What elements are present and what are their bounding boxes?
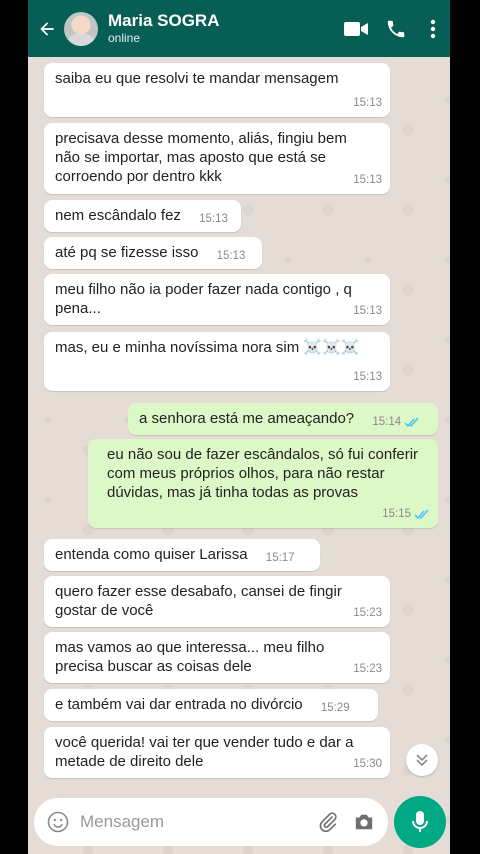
message-bubble[interactable]: até pq se fizesse isso 15:13 xyxy=(44,237,262,269)
microphone-icon xyxy=(412,811,428,832)
message-time: 15:23 xyxy=(353,660,382,679)
message-time: 15:13 xyxy=(199,210,228,229)
paperclip-icon xyxy=(319,812,337,833)
message-text: entenda como quiser Larissa xyxy=(55,546,248,563)
message-text: eu não sou de fazer escândalos, só fui c… xyxy=(107,446,419,501)
chevron-double-down-icon xyxy=(416,754,428,767)
menu-button[interactable] xyxy=(416,0,450,57)
back-button[interactable] xyxy=(32,0,62,57)
message-time: 15:17 xyxy=(266,549,295,568)
message-time: 15:30 xyxy=(353,755,382,774)
message-time-label: 15:29 xyxy=(320,702,350,714)
three-dots-vertical-icon xyxy=(430,19,436,38)
contact-info[interactable]: Maria SOGRA online xyxy=(108,11,336,46)
video-call-button[interactable] xyxy=(336,0,376,57)
message-time-label: 15:13 xyxy=(353,97,382,109)
message-bubble[interactable]: mas vamos ao que interessa... meu filho … xyxy=(44,632,390,683)
phone-icon xyxy=(387,20,405,37)
message-text: mas, eu e minha novíssima nora sim ☠️☠️☠… xyxy=(55,339,360,356)
message-bubble[interactable]: saiba eu que resolvi te mandar mensagem … xyxy=(44,63,390,117)
read-ticks-icon xyxy=(414,509,429,520)
message-bubble[interactable]: a senhora está me ameaçando? 15:14 xyxy=(128,403,438,435)
phone-screen: Maria SOGRA online saiba eu que resolvi … xyxy=(28,0,450,854)
message-time-label: 15:13 xyxy=(199,213,228,225)
message-time-label: 15:13 xyxy=(353,305,382,317)
voice-call-button[interactable] xyxy=(376,0,416,57)
read-ticks-icon xyxy=(404,417,419,428)
message-text: a senhora está me ameaçando? xyxy=(139,410,355,427)
camera-icon xyxy=(355,814,373,830)
contact-status: online xyxy=(108,31,141,45)
message-time: 15:15 xyxy=(382,505,430,524)
attach-button[interactable] xyxy=(310,798,346,846)
video-camera-icon xyxy=(344,21,368,36)
message-bubble[interactable]: você querida! vai ter que vender tudo e … xyxy=(44,727,390,778)
contact-name: Maria SOGRA xyxy=(108,11,220,30)
message-text: você querida! vai ter que vender tudo e … xyxy=(55,734,354,770)
message-bubble[interactable]: quero fazer esse desabafo, cansei de fin… xyxy=(44,576,390,627)
avatar[interactable] xyxy=(64,11,98,46)
message-time-label: 15:13 xyxy=(216,250,246,262)
message-text: saiba eu que resolvi te mandar mensagem xyxy=(55,70,339,87)
message-time: 15:13 xyxy=(353,171,382,190)
message-input-bar xyxy=(34,798,388,846)
message-time: 15:29 xyxy=(321,699,350,718)
message-time: 15:13 xyxy=(353,368,382,387)
message-bubble[interactable]: entenda como quiser Larissa 15:17 xyxy=(44,539,320,571)
message-time-label: 15:15 xyxy=(382,508,411,520)
message-time-label: 15:23 xyxy=(353,663,382,675)
message-text: mas vamos ao que interessa... meu filho … xyxy=(55,639,325,675)
message-bubble[interactable]: precisava desse momento, aliás, fingiu b… xyxy=(44,123,390,194)
message-time-label: 15:17 xyxy=(265,552,295,564)
message-text: nem escândalo fez xyxy=(55,207,181,224)
message-bubble[interactable]: eu não sou de fazer escândalos, só fui c… xyxy=(88,439,438,528)
smiley-icon xyxy=(47,811,69,833)
message-text: meu filho não ia poder fazer nada contig… xyxy=(55,281,352,317)
chat-header: Maria SOGRA online xyxy=(28,0,450,57)
message-bubble[interactable]: meu filho não ia poder fazer nada contig… xyxy=(44,274,390,325)
message-text: e também vai dar entrada no divórcio xyxy=(55,696,303,713)
message-input[interactable] xyxy=(78,811,310,833)
voice-message-button[interactable] xyxy=(394,796,446,848)
message-time-label: 15:23 xyxy=(353,607,382,619)
message-time-label: 15:30 xyxy=(353,758,382,770)
scroll-to-bottom-button[interactable] xyxy=(406,744,438,776)
message-time: 15:23 xyxy=(353,604,382,623)
message-time-label: 15:14 xyxy=(372,416,402,428)
message-text: quero fazer esse desabafo, cansei de fin… xyxy=(55,583,342,619)
camera-button[interactable] xyxy=(346,798,382,846)
message-time-label: 15:13 xyxy=(353,371,382,383)
message-time: 15:13 xyxy=(217,247,246,266)
message-time: 15:13 xyxy=(353,302,382,321)
message-time: 15:14 xyxy=(372,413,420,432)
message-time: 15:13 xyxy=(353,94,382,113)
message-text: precisava desse momento, aliás, fingiu b… xyxy=(55,130,347,185)
message-text: até pq se fizesse isso xyxy=(55,244,199,261)
message-bubble[interactable]: e também vai dar entrada no divórcio 15:… xyxy=(44,689,378,721)
arrow-left-icon xyxy=(40,21,54,36)
emoji-button[interactable] xyxy=(38,798,78,846)
message-bubble[interactable]: mas, eu e minha novíssima nora sim ☠️☠️☠… xyxy=(44,332,390,391)
message-time-label: 15:13 xyxy=(353,174,382,186)
message-bubble[interactable]: nem escândalo fez 15:13 xyxy=(44,200,241,232)
